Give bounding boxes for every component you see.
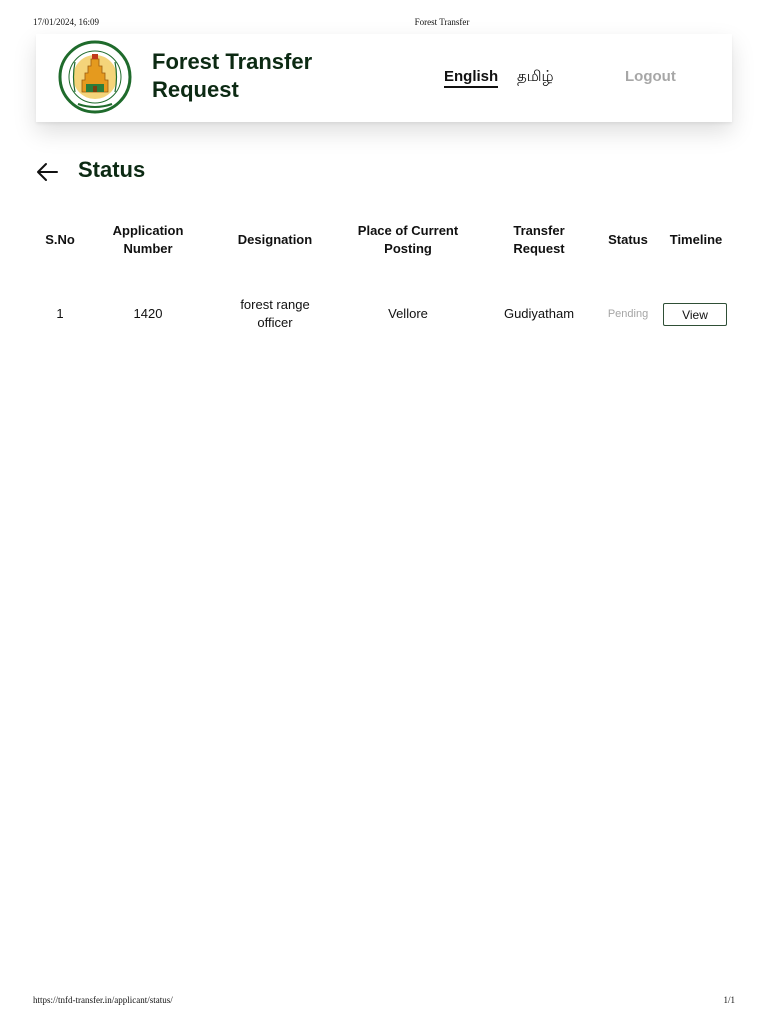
logout-button[interactable]: Logout [625, 69, 676, 85]
cell-transfer-request: Gudiyatham [503, 306, 575, 321]
cell-designation-line1: forest range [240, 297, 310, 312]
column-header-status: Status [608, 232, 648, 247]
column-header-sno: S.No [45, 232, 75, 247]
page-title: Status [78, 157, 146, 182]
column-header-application-line1: Application [112, 223, 184, 238]
column-header-transfer-line2: Request [513, 241, 565, 256]
column-header-posting-line1: Place of Current [357, 223, 459, 238]
cell-designation: forest range officer [215, 296, 335, 332]
cell-sno: 1 [56, 306, 64, 321]
back-arrow-icon[interactable] [35, 161, 59, 183]
language-tamil-link[interactable]: தமிழ் [517, 69, 554, 85]
column-header-transfer-line1: Transfer [513, 223, 565, 238]
column-header-application-line2: Number [123, 241, 173, 256]
cell-application-number: 1420 [133, 306, 163, 321]
column-header-timeline: Timeline [669, 232, 723, 247]
app-title-line1: Forest Transfer [152, 49, 313, 74]
column-header-designation: Designation [237, 232, 313, 247]
language-english-link[interactable]: English [444, 69, 499, 88]
status-badge: Pending [607, 308, 649, 320]
app-header: Forest Transfer Request English தமிழ் Lo… [36, 34, 732, 122]
column-header-application-number: Application Number [98, 222, 198, 258]
app-title: Forest Transfer Request [152, 48, 362, 104]
app-title-line2: Request [152, 77, 239, 102]
column-header-current-posting: Place of Current Posting [343, 222, 473, 258]
print-page-number: 1/1 [723, 995, 735, 1005]
column-header-transfer-request: Transfer Request [484, 222, 594, 258]
tamil-nadu-emblem-icon [58, 40, 132, 114]
column-header-posting-line2: Posting [384, 241, 432, 256]
print-doc-title: Forest Transfer [414, 17, 470, 27]
print-url: https://tnfd-transfer.in/applicant/statu… [33, 995, 173, 1005]
cell-designation-line2: officer [257, 315, 293, 330]
view-timeline-button[interactable]: View [663, 303, 727, 326]
cell-current-posting: Vellore [388, 306, 428, 321]
